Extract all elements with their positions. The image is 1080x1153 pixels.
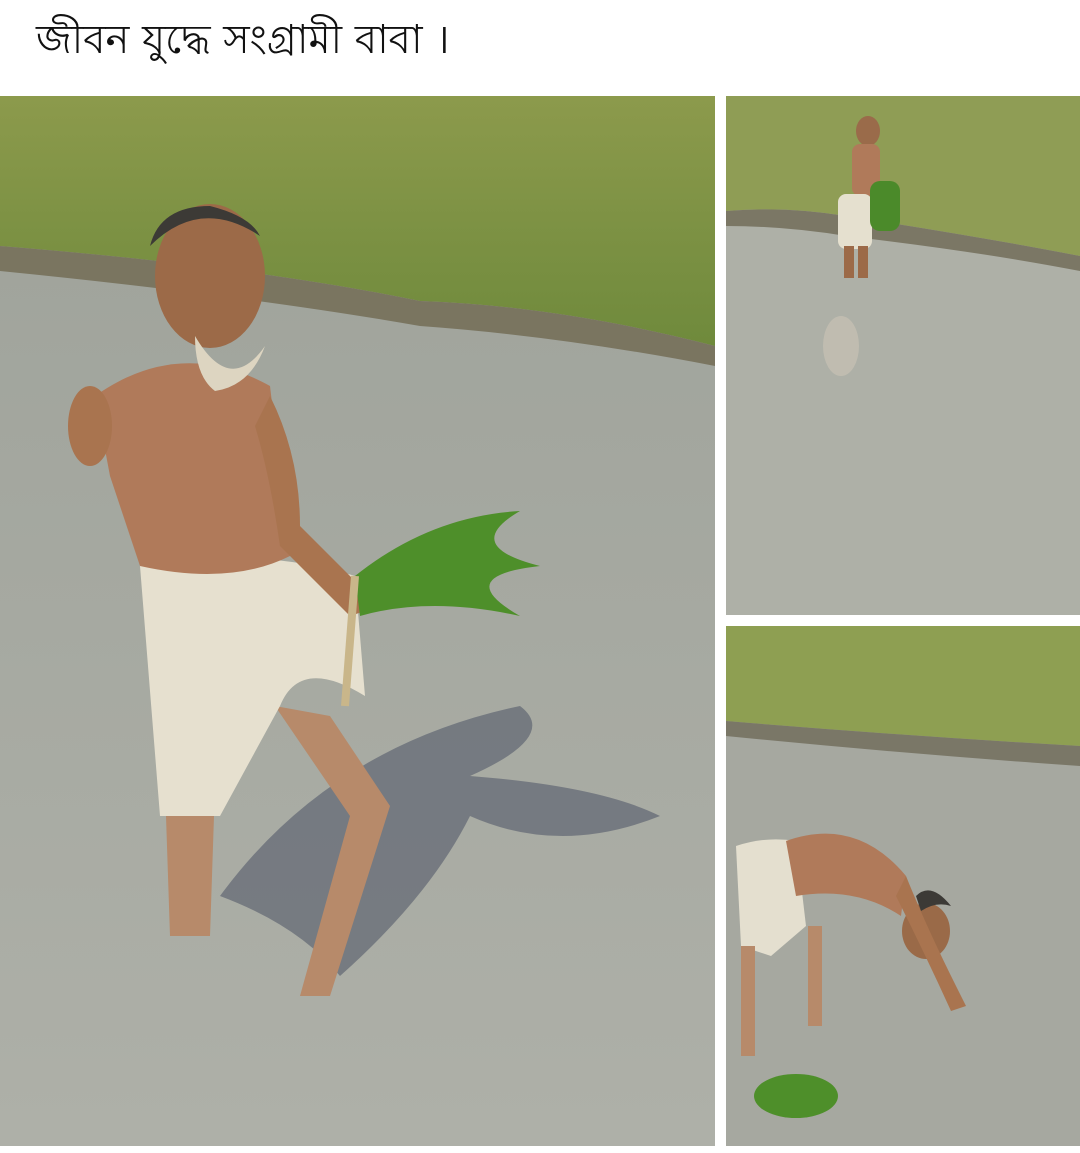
image-divider-vertical — [715, 96, 726, 1146]
post-caption: জীবন যুদ্ধে সংগ্রামী বাবা । — [36, 17, 450, 63]
photo-farmer-distant-graphic — [726, 96, 1080, 615]
photo-farmer-with-seedlings-graphic — [0, 96, 715, 1146]
photo-farmer-with-seedlings[interactable] — [0, 96, 715, 1146]
post-header: জীবন যুদ্ধে সংগ্রামী বাবা । — [0, 0, 1080, 92]
image-divider-horizontal — [726, 615, 1080, 626]
photo-farmer-planting[interactable] — [726, 626, 1080, 1146]
photo-farmer-distant[interactable] — [726, 96, 1080, 615]
photo-farmer-planting-graphic — [726, 626, 1080, 1146]
